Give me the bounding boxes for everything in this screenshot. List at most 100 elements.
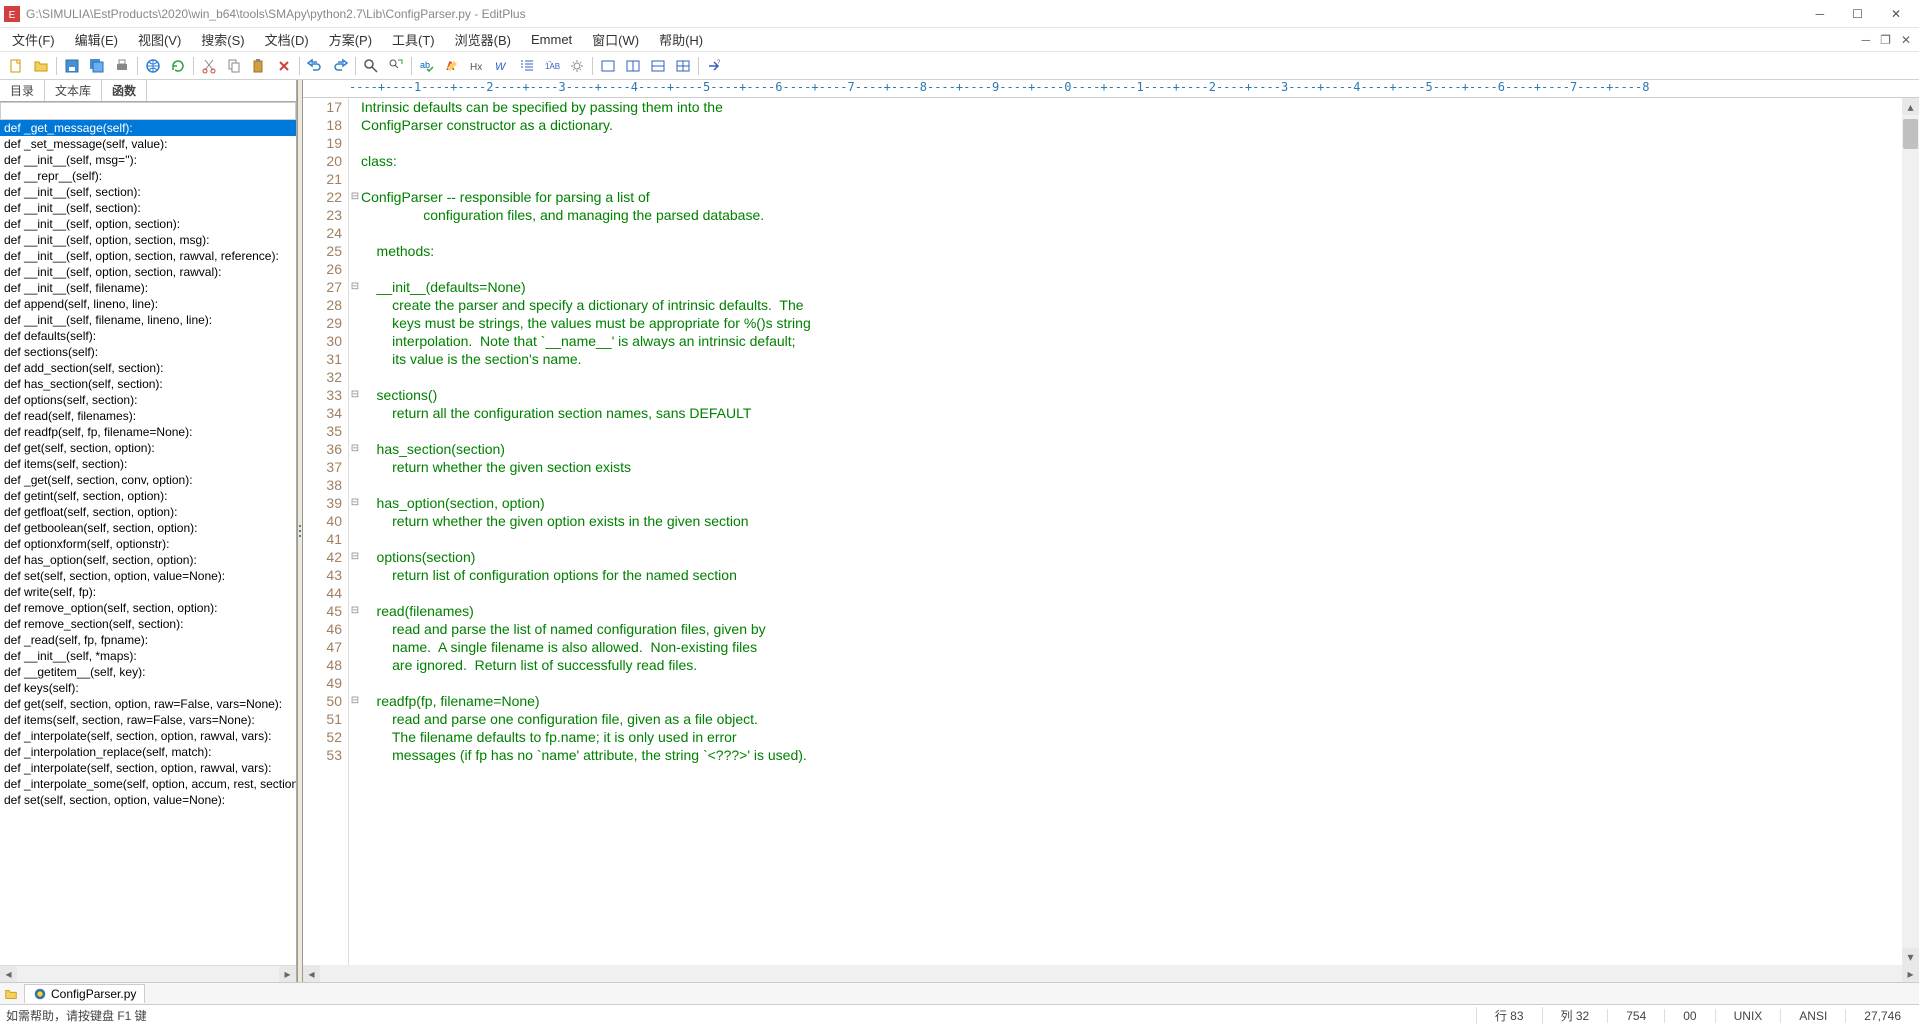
whitespace-button[interactable]: 1AB·¬ bbox=[540, 54, 564, 78]
menu-item[interactable]: 方案(P) bbox=[321, 28, 380, 51]
function-list-item[interactable]: def remove_option(self, section, option)… bbox=[0, 600, 296, 616]
fold-column[interactable]: ⊟⊟⊟⊟⊟⊟⊟⊟ bbox=[349, 98, 361, 965]
undo-button[interactable] bbox=[303, 54, 327, 78]
document-tab[interactable]: ConfigParser.py bbox=[24, 984, 145, 1003]
replace-button[interactable] bbox=[384, 54, 408, 78]
function-list[interactable]: def _get_message(self):def _set_message(… bbox=[0, 120, 296, 965]
code-text[interactable]: Intrinsic defaults can be specified by p… bbox=[361, 98, 1902, 965]
find-button[interactable] bbox=[359, 54, 383, 78]
function-list-item[interactable]: def __init__(self, option, section): bbox=[0, 216, 296, 232]
menu-item[interactable]: Emmet bbox=[523, 30, 580, 49]
menu-item[interactable]: 文件(F) bbox=[4, 28, 63, 51]
maximize-button[interactable]: ☐ bbox=[1846, 5, 1869, 23]
menu-item[interactable]: 帮助(H) bbox=[651, 28, 711, 51]
function-list-item[interactable]: def __init__(self, filename): bbox=[0, 280, 296, 296]
function-list-item[interactable]: def write(self, fp): bbox=[0, 584, 296, 600]
function-list-item[interactable]: def __init__(self, option, section, rawv… bbox=[0, 248, 296, 264]
scroll-left-icon[interactable]: ◂ bbox=[303, 965, 320, 982]
menu-item[interactable]: 窗口(W) bbox=[584, 28, 647, 51]
function-list-item[interactable]: def __repr__(self): bbox=[0, 168, 296, 184]
menu-item[interactable]: 编辑(E) bbox=[67, 28, 126, 51]
vscroll-thumb[interactable] bbox=[1903, 119, 1918, 149]
mdi-close-button[interactable]: ✕ bbox=[1897, 33, 1915, 47]
function-list-item[interactable]: def __init__(self, section): bbox=[0, 200, 296, 216]
scroll-up-icon[interactable]: ▴ bbox=[1902, 98, 1919, 115]
function-list-item[interactable]: def optionxform(self, optionstr): bbox=[0, 536, 296, 552]
spell-check-button[interactable]: ab bbox=[415, 54, 439, 78]
function-list-item[interactable]: def __init__(self, msg=''): bbox=[0, 152, 296, 168]
function-list-item[interactable]: def _get_message(self): bbox=[0, 120, 296, 136]
panel-tab[interactable]: 文本库 bbox=[45, 80, 102, 101]
paste-button[interactable] bbox=[247, 54, 271, 78]
function-list-item[interactable]: def sections(self): bbox=[0, 344, 296, 360]
cut-button[interactable] bbox=[197, 54, 221, 78]
function-list-item[interactable]: def get(self, section, option, raw=False… bbox=[0, 696, 296, 712]
panel-hscrollbar[interactable]: ◂ ▸ bbox=[0, 965, 296, 982]
function-list-item[interactable]: def readfp(self, fp, filename=None): bbox=[0, 424, 296, 440]
function-list-item[interactable]: def append(self, lineno, line): bbox=[0, 296, 296, 312]
function-filter-input[interactable] bbox=[1, 103, 295, 119]
browser-button[interactable] bbox=[141, 54, 165, 78]
settings-button[interactable] bbox=[565, 54, 589, 78]
function-list-item[interactable]: def _read(self, fp, fpname): bbox=[0, 632, 296, 648]
menu-item[interactable]: 文档(D) bbox=[257, 28, 317, 51]
function-list-item[interactable]: def _get(self, section, conv, option): bbox=[0, 472, 296, 488]
word-wrap-button[interactable]: W bbox=[490, 54, 514, 78]
line-numbers-button[interactable] bbox=[515, 54, 539, 78]
function-list-item[interactable]: def getint(self, section, option): bbox=[0, 488, 296, 504]
function-list-item[interactable]: def get(self, section, option): bbox=[0, 440, 296, 456]
scroll-left-icon[interactable]: ◂ bbox=[0, 966, 17, 983]
editor-hscrollbar[interactable]: ◂ ▸ bbox=[303, 965, 1919, 982]
function-list-item[interactable]: def __init__(self, filename, lineno, lin… bbox=[0, 312, 296, 328]
mdi-minimize-button[interactable]: ─ bbox=[1858, 33, 1875, 47]
function-filter[interactable] bbox=[0, 102, 296, 120]
function-list-item[interactable]: def _interpolate(self, section, option, … bbox=[0, 728, 296, 744]
function-list-item[interactable]: def has_section(self, section): bbox=[0, 376, 296, 392]
delete-button[interactable] bbox=[272, 54, 296, 78]
function-list-item[interactable]: def set(self, section, option, value=Non… bbox=[0, 568, 296, 584]
print-button[interactable] bbox=[110, 54, 134, 78]
hex-view-button[interactable]: Hx bbox=[465, 54, 489, 78]
refresh-button[interactable] bbox=[166, 54, 190, 78]
window-grid-button[interactable] bbox=[671, 54, 695, 78]
menu-item[interactable]: 工具(T) bbox=[384, 28, 443, 51]
function-list-item[interactable]: def __init__(self, section): bbox=[0, 184, 296, 200]
minimize-button[interactable]: ─ bbox=[1810, 5, 1831, 23]
folder-icon[interactable] bbox=[4, 987, 18, 1001]
function-list-item[interactable]: def _interpolation_replace(self, match): bbox=[0, 744, 296, 760]
save-all-button[interactable] bbox=[85, 54, 109, 78]
new-file-button[interactable] bbox=[4, 54, 28, 78]
editor-vscrollbar[interactable]: ▴ ▾ bbox=[1902, 98, 1919, 965]
function-list-item[interactable]: def keys(self): bbox=[0, 680, 296, 696]
function-list-item[interactable]: def __init__(self, *maps): bbox=[0, 648, 296, 664]
window-split-h-button[interactable] bbox=[621, 54, 645, 78]
function-list-item[interactable]: def __getitem__(self, key): bbox=[0, 664, 296, 680]
function-list-item[interactable]: def items(self, section, raw=False, vars… bbox=[0, 712, 296, 728]
save-button[interactable] bbox=[60, 54, 84, 78]
copy-button[interactable] bbox=[222, 54, 246, 78]
function-list-item[interactable]: def read(self, filenames): bbox=[0, 408, 296, 424]
function-list-item[interactable]: def defaults(self): bbox=[0, 328, 296, 344]
menu-item[interactable]: 视图(V) bbox=[130, 28, 189, 51]
function-list-item[interactable]: def add_section(self, section): bbox=[0, 360, 296, 376]
function-list-item[interactable]: def _set_message(self, value): bbox=[0, 136, 296, 152]
function-list-item[interactable]: def getfloat(self, section, option): bbox=[0, 504, 296, 520]
scroll-right-icon[interactable]: ▸ bbox=[279, 966, 296, 983]
function-list-item[interactable]: def getboolean(self, section, option): bbox=[0, 520, 296, 536]
close-button[interactable]: ✕ bbox=[1885, 5, 1907, 23]
function-list-item[interactable]: def _interpolate_some(self, option, accu… bbox=[0, 776, 296, 792]
mdi-restore-button[interactable]: ❐ bbox=[1876, 33, 1895, 47]
function-list-item[interactable]: def _interpolate(self, section, option, … bbox=[0, 760, 296, 776]
menu-item[interactable]: 搜索(S) bbox=[193, 28, 252, 51]
panel-tab[interactable]: 目录 bbox=[0, 80, 45, 101]
redo-button[interactable] bbox=[328, 54, 352, 78]
open-file-button[interactable] bbox=[29, 54, 53, 78]
window-1-button[interactable] bbox=[596, 54, 620, 78]
panel-tab[interactable]: 函数 bbox=[102, 80, 147, 101]
window-split-v-button[interactable] bbox=[646, 54, 670, 78]
goto-button[interactable]: ? bbox=[702, 54, 726, 78]
function-list-item[interactable]: def __init__(self, option, section, rawv… bbox=[0, 264, 296, 280]
function-list-item[interactable]: def __init__(self, option, section, msg)… bbox=[0, 232, 296, 248]
function-list-item[interactable]: def options(self, section): bbox=[0, 392, 296, 408]
menu-item[interactable]: 浏览器(B) bbox=[447, 28, 519, 51]
